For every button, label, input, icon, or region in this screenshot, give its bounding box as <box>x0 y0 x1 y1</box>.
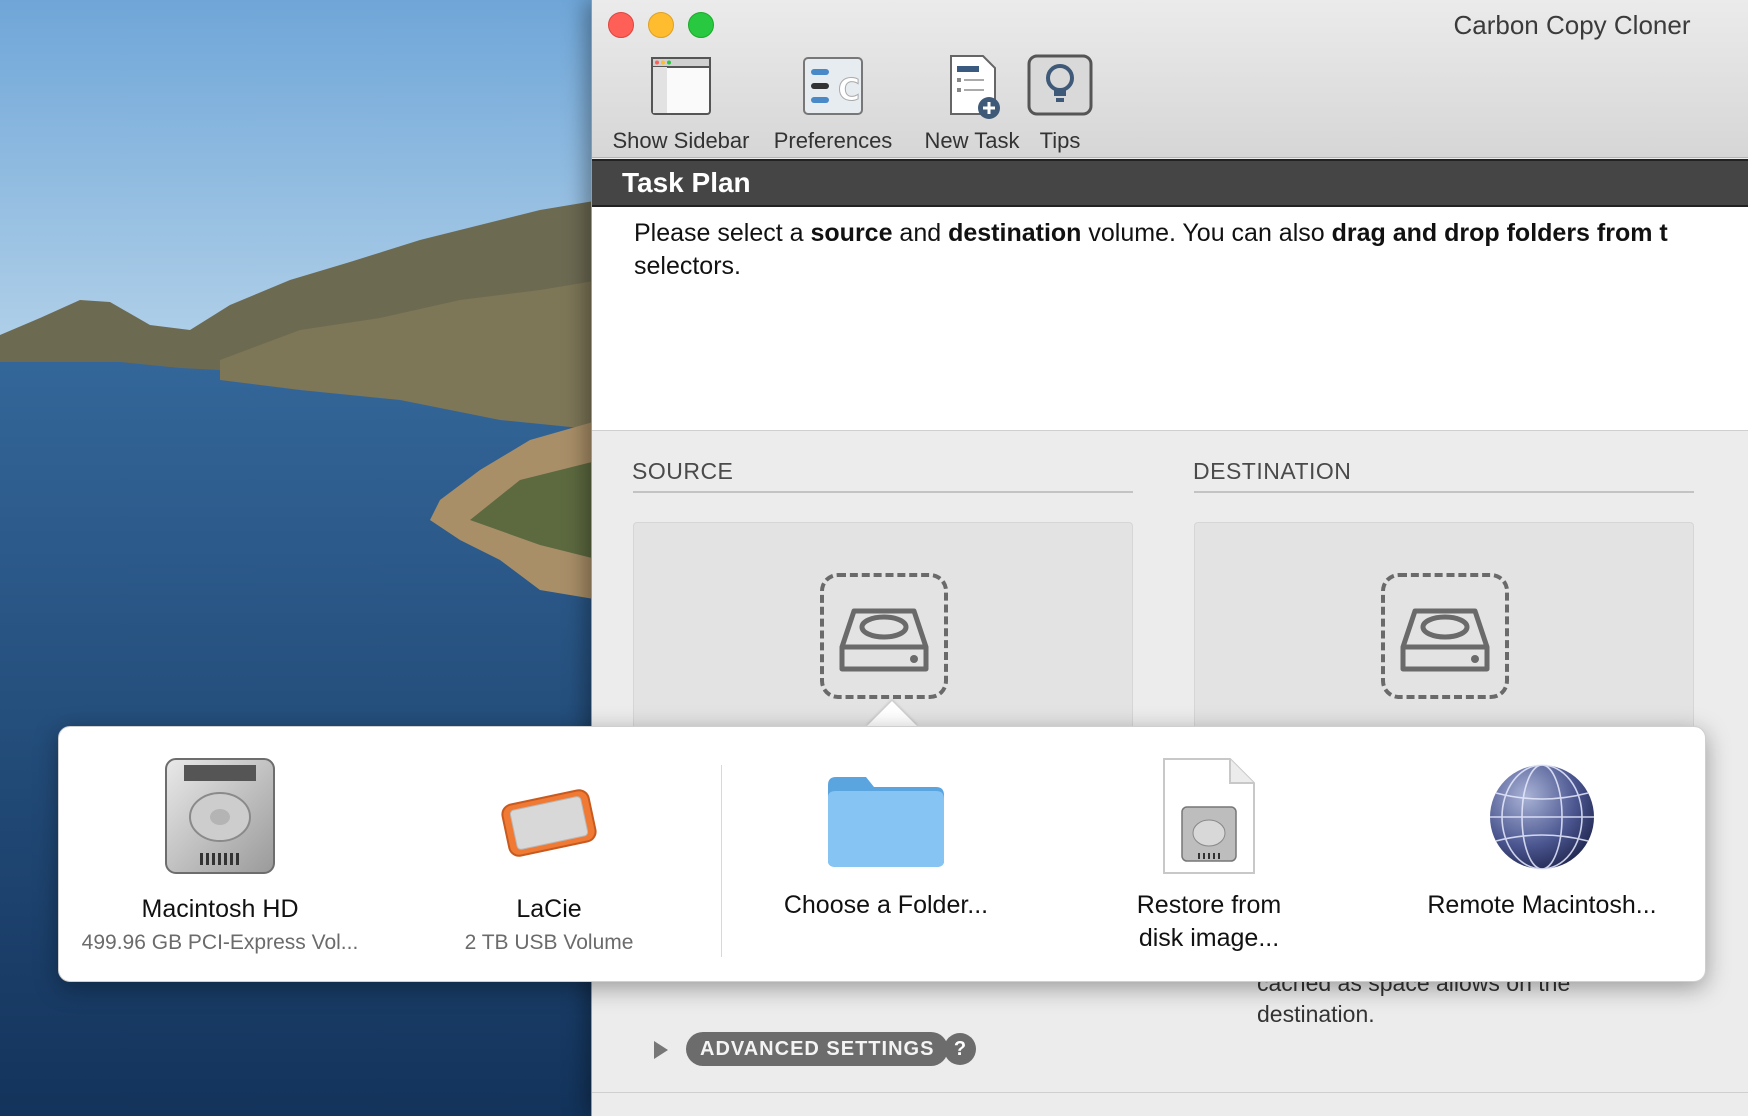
folder-icon <box>824 769 948 874</box>
preferences-label: Preferences <box>766 128 900 154</box>
help-button[interactable]: ? <box>944 1033 976 1065</box>
svg-text:C: C <box>838 73 860 108</box>
option-label-line1: Restore from <box>1059 889 1359 922</box>
preferences-button[interactable]: C Preferences <box>766 52 900 154</box>
task-plan-text-drag: drag and drop folders from t <box>1332 219 1668 247</box>
remote-macintosh-option[interactable]: Remote Macintosh... <box>1379 727 1705 983</box>
choose-folder-option[interactable]: Choose a Folder... <box>725 727 1047 983</box>
volume-description: 499.96 GB PCI-Express Vol... <box>59 931 381 955</box>
preferences-icon: C <box>798 52 868 122</box>
option-label: Choose a Folder... <box>725 889 1047 922</box>
volume-name: LaCie <box>401 893 697 926</box>
new-task-icon <box>937 52 1007 122</box>
task-plan-text-source: source <box>811 219 893 247</box>
volume-macintosh-hd[interactable]: Macintosh HD 499.96 GB PCI-Express Vol..… <box>59 727 381 983</box>
restore-from-disk-image-option[interactable]: Restore from disk image... <box>1059 727 1359 983</box>
task-plan-body: Please select a source and destination v… <box>592 207 1748 431</box>
task-plan-text-3: volume. You can also <box>1081 219 1331 247</box>
destination-label: DESTINATION <box>1193 458 1351 485</box>
show-sidebar-label: Show Sidebar <box>610 128 752 154</box>
task-plan-text: Please select a source and destination v… <box>634 217 1748 283</box>
task-plan-title: Task Plan <box>622 167 751 199</box>
popover-divider <box>721 765 722 957</box>
option-label: Remote Macintosh... <box>1379 889 1705 922</box>
task-plan-text-destination: destination <box>948 219 1081 247</box>
lacie-drive-icon <box>499 787 599 864</box>
disk-image-icon <box>1160 755 1258 882</box>
task-plan-text-4: selectors. <box>634 252 741 280</box>
tips-label: Tips <box>1020 128 1100 154</box>
tips-button[interactable]: Tips <box>1020 52 1100 154</box>
source-drive-icon <box>820 573 948 699</box>
source-picker-popover: Macintosh HD 499.96 GB PCI-Express Vol..… <box>58 726 1706 982</box>
advanced-settings-button[interactable]: ADVANCED SETTINGS <box>686 1032 948 1066</box>
task-plan-header: Task Plan <box>592 159 1748 207</box>
volume-lacie[interactable]: LaCie 2 TB USB Volume <box>401 727 697 983</box>
lightbulb-icon <box>1025 52 1095 122</box>
destination-drive-icon <box>1381 573 1509 699</box>
bottom-divider <box>592 1092 1748 1093</box>
title-bar: Carbon Copy Cloner Show Sidebar <box>592 0 1748 158</box>
destination-note-line2: destination. <box>1257 1001 1375 1027</box>
source-label: SOURCE <box>632 458 733 485</box>
task-plan-text-1: Please select a <box>634 219 811 247</box>
hard-drive-icon <box>162 755 278 882</box>
option-label-line2: disk image... <box>1059 922 1359 955</box>
source-divider <box>633 491 1133 493</box>
sidebar-window-icon <box>646 52 716 122</box>
disclosure-triangle-icon[interactable] <box>654 1041 668 1059</box>
window-title: Carbon Copy Cloner <box>592 10 1748 41</box>
new-task-label: New Task <box>910 128 1034 154</box>
task-plan-text-2: and <box>892 219 948 247</box>
network-globe-icon <box>1488 763 1596 876</box>
volume-name: Macintosh HD <box>59 893 381 926</box>
destination-divider <box>1194 491 1694 493</box>
show-sidebar-button[interactable]: Show Sidebar <box>610 52 752 154</box>
volume-description: 2 TB USB Volume <box>401 931 697 955</box>
popover-arrow <box>866 701 918 727</box>
new-task-button[interactable]: New Task <box>910 52 1034 154</box>
